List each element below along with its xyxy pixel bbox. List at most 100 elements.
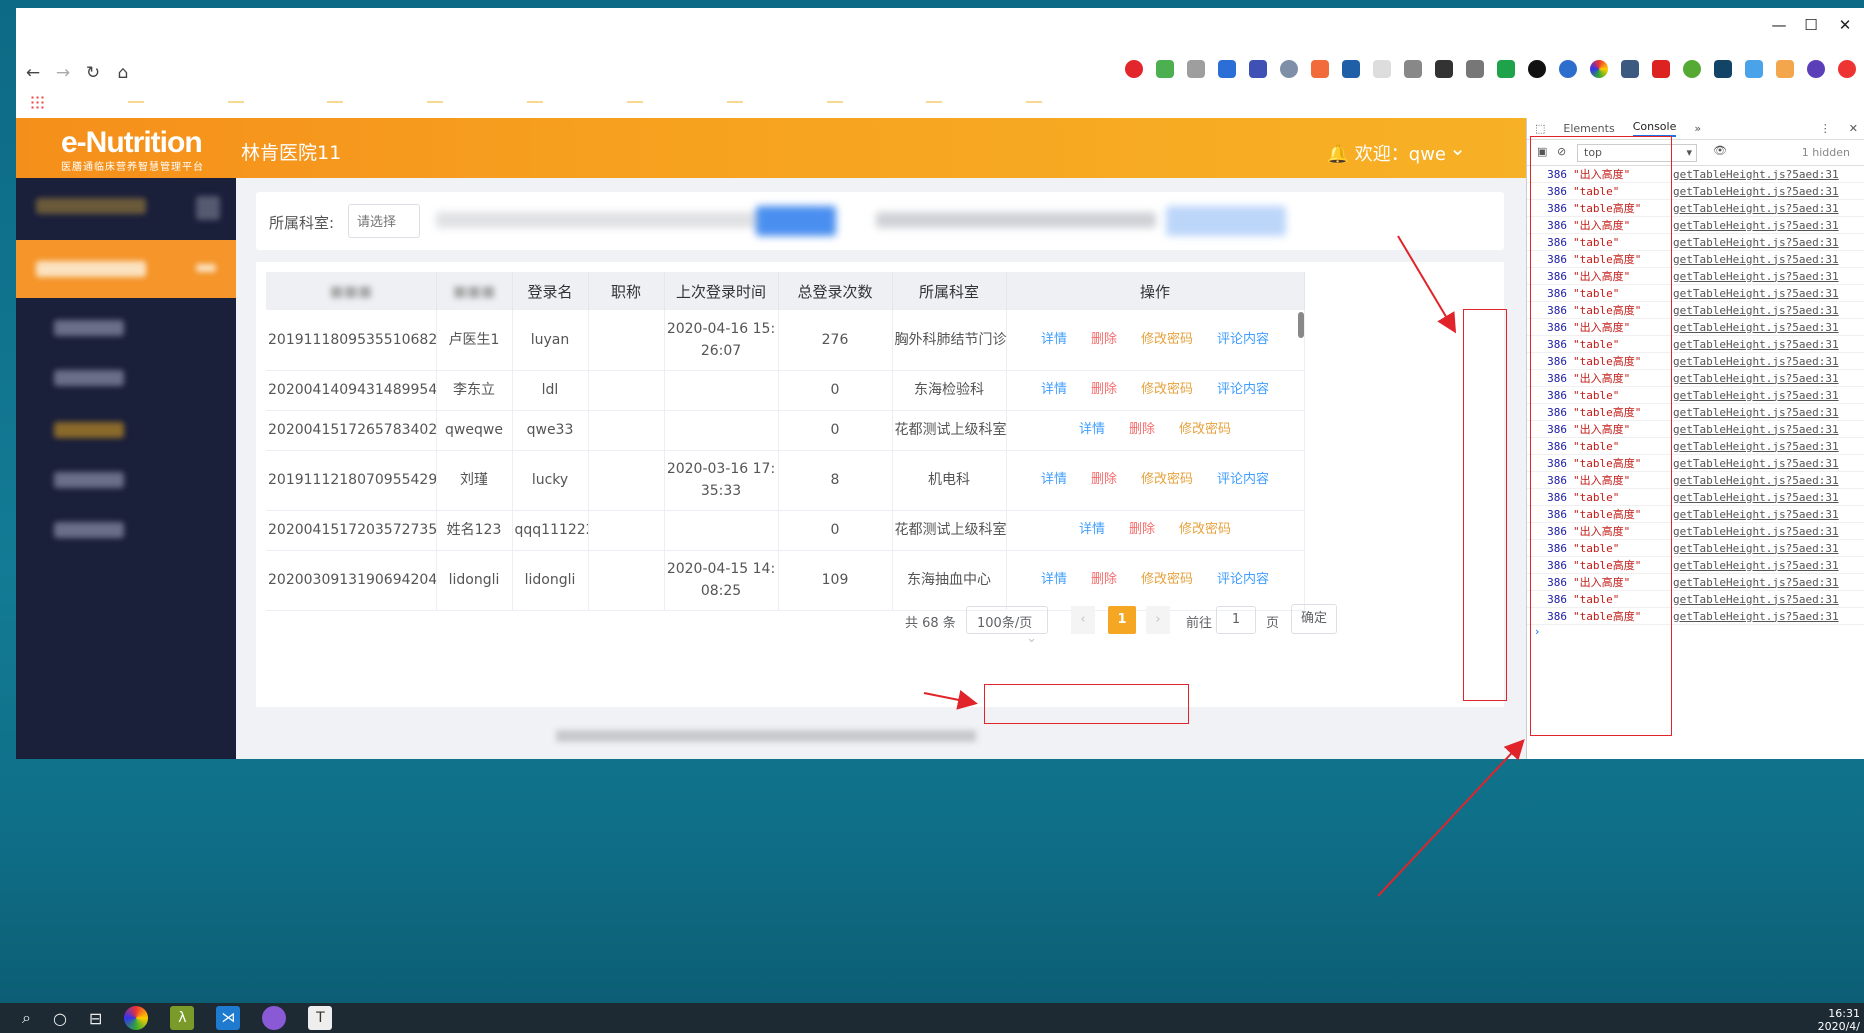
- change-password-link[interactable]: 修改密码: [1141, 569, 1193, 591]
- chrome-icon[interactable]: [1590, 60, 1608, 78]
- sidebar-item-active[interactable]: [16, 240, 236, 298]
- goto-page-input[interactable]: 1: [1216, 606, 1256, 634]
- log-source-link[interactable]: getTableHeight.js?5aed:31: [1673, 304, 1839, 317]
- delete-link[interactable]: 删除: [1091, 329, 1117, 351]
- delete-link[interactable]: 删除: [1129, 419, 1155, 441]
- log-source-link[interactable]: getTableHeight.js?5aed:31: [1673, 236, 1839, 249]
- sidebar-item[interactable]: [54, 370, 124, 386]
- extension-icon[interactable]: [1466, 60, 1484, 78]
- extension-icon[interactable]: [1373, 60, 1391, 78]
- extension-icon[interactable]: [1249, 60, 1267, 78]
- bookmark-item[interactable]: [626, 100, 643, 103]
- sidebar-item[interactable]: [54, 472, 124, 488]
- extension-icon[interactable]: [1652, 60, 1670, 78]
- log-source-link[interactable]: getTableHeight.js?5aed:31: [1673, 372, 1839, 385]
- log-source-link[interactable]: getTableHeight.js?5aed:31: [1673, 406, 1839, 419]
- comments-link[interactable]: 评论内容: [1217, 329, 1269, 351]
- department-select[interactable]: [348, 204, 420, 238]
- extension-icon[interactable]: [1342, 60, 1360, 78]
- home-icon[interactable]: ⌂: [108, 63, 138, 83]
- vscode-app-icon[interactable]: ⋊: [216, 1006, 241, 1030]
- detail-link[interactable]: 详情: [1041, 569, 1067, 591]
- log-source-link[interactable]: getTableHeight.js?5aed:31: [1673, 253, 1839, 266]
- vue-devtools-icon[interactable]: [1714, 60, 1732, 78]
- bookmark-item[interactable]: [327, 100, 344, 103]
- bookmark-item[interactable]: [1026, 100, 1043, 103]
- page-size-select[interactable]: 100条/页 ⌄: [966, 606, 1048, 646]
- bookmark-item[interactable]: [527, 100, 544, 103]
- delete-link[interactable]: 删除: [1091, 379, 1117, 401]
- reload-icon[interactable]: ↻: [78, 63, 108, 83]
- extension-icon[interactable]: [1621, 60, 1639, 78]
- log-source-link[interactable]: getTableHeight.js?5aed:31: [1673, 287, 1839, 300]
- change-password-link[interactable]: 修改密码: [1141, 469, 1193, 491]
- translate-icon[interactable]: [1218, 60, 1236, 78]
- shield-icon[interactable]: [1497, 60, 1515, 78]
- log-source-link[interactable]: getTableHeight.js?5aed:31: [1673, 508, 1839, 521]
- filter-field[interactable]: [876, 212, 1156, 228]
- log-source-link[interactable]: getTableHeight.js?5aed:31: [1673, 321, 1839, 334]
- sidebar-toggle-icon[interactable]: [196, 196, 220, 220]
- lambda-app-icon[interactable]: λ: [170, 1006, 195, 1030]
- log-source-link[interactable]: getTableHeight.js?5aed:31: [1673, 440, 1839, 453]
- log-source-link[interactable]: getTableHeight.js?5aed:31: [1673, 474, 1839, 487]
- camera-icon[interactable]: [1187, 60, 1205, 78]
- change-password-link[interactable]: 修改密码: [1141, 379, 1193, 401]
- delete-link[interactable]: 删除: [1091, 569, 1117, 591]
- extension-icon[interactable]: [1311, 60, 1329, 78]
- log-source-link[interactable]: getTableHeight.js?5aed:31: [1673, 610, 1839, 623]
- chrome-app-icon[interactable]: [124, 1006, 149, 1030]
- more-tabs-icon[interactable]: »: [1694, 122, 1701, 135]
- log-source-link[interactable]: getTableHeight.js?5aed:31: [1673, 542, 1839, 555]
- change-password-link[interactable]: 修改密码: [1141, 329, 1193, 351]
- task-view-icon[interactable]: ⊟: [89, 1009, 102, 1028]
- extension-icon[interactable]: [1125, 60, 1143, 78]
- comments-link[interactable]: 评论内容: [1217, 469, 1269, 491]
- search-button[interactable]: [756, 206, 836, 236]
- user-menu[interactable]: 🔔 欢迎：qwe: [1327, 140, 1446, 166]
- close-devtools-icon[interactable]: ✕: [1849, 122, 1864, 135]
- log-source-link[interactable]: getTableHeight.js?5aed:31: [1673, 593, 1839, 606]
- inspect-icon[interactable]: ⬚: [1535, 122, 1545, 135]
- cortana-icon[interactable]: ○: [53, 1009, 67, 1028]
- update-icon[interactable]: [1838, 60, 1856, 78]
- sidebar-item[interactable]: [36, 198, 146, 214]
- prev-page-button[interactable]: ‹: [1071, 606, 1095, 634]
- extension-icon[interactable]: [1683, 60, 1701, 78]
- log-source-link[interactable]: getTableHeight.js?5aed:31: [1673, 168, 1839, 181]
- extension-icon[interactable]: [1404, 60, 1422, 78]
- log-source-link[interactable]: getTableHeight.js?5aed:31: [1673, 423, 1839, 436]
- extension-icon[interactable]: [1776, 60, 1794, 78]
- bookmark-item[interactable]: [127, 100, 144, 103]
- close-icon[interactable]: ✕: [1830, 16, 1860, 34]
- back-icon[interactable]: ←: [18, 63, 48, 83]
- apps-icon[interactable]: [30, 94, 44, 109]
- change-password-link[interactable]: 修改密码: [1179, 419, 1231, 441]
- bookmark-item[interactable]: [427, 100, 444, 103]
- detail-link[interactable]: 详情: [1041, 329, 1067, 351]
- log-source-link[interactable]: getTableHeight.js?5aed:31: [1673, 202, 1839, 215]
- log-source-link[interactable]: getTableHeight.js?5aed:31: [1673, 355, 1839, 368]
- next-page-button[interactable]: ›: [1146, 606, 1170, 634]
- maximize-icon[interactable]: ☐: [1796, 16, 1826, 34]
- add-button[interactable]: [1166, 206, 1286, 236]
- comments-link[interactable]: 评论内容: [1217, 569, 1269, 591]
- log-source-link[interactable]: getTableHeight.js?5aed:31: [1673, 270, 1839, 283]
- log-source-link[interactable]: getTableHeight.js?5aed:31: [1673, 389, 1839, 402]
- log-source-link[interactable]: getTableHeight.js?5aed:31: [1673, 491, 1839, 504]
- detail-link[interactable]: 详情: [1041, 379, 1067, 401]
- sidebar-item[interactable]: [54, 522, 124, 538]
- log-source-link[interactable]: getTableHeight.js?5aed:31: [1673, 576, 1839, 589]
- log-source-link[interactable]: getTableHeight.js?5aed:31: [1673, 219, 1839, 232]
- bookmark-item[interactable]: [726, 100, 743, 103]
- detail-link[interactable]: 详情: [1079, 419, 1105, 441]
- log-source-link[interactable]: getTableHeight.js?5aed:31: [1673, 338, 1839, 351]
- detail-link[interactable]: 详情: [1079, 519, 1105, 541]
- delete-link[interactable]: 删除: [1129, 519, 1155, 541]
- scrollbar-thumb[interactable]: [1298, 312, 1304, 338]
- extension-icon[interactable]: [1745, 60, 1763, 78]
- table-scrollbar[interactable]: [1296, 306, 1306, 582]
- extension-icon[interactable]: [1280, 60, 1298, 78]
- bookmark-item[interactable]: [826, 100, 843, 103]
- log-source-link[interactable]: getTableHeight.js?5aed:31: [1673, 457, 1839, 470]
